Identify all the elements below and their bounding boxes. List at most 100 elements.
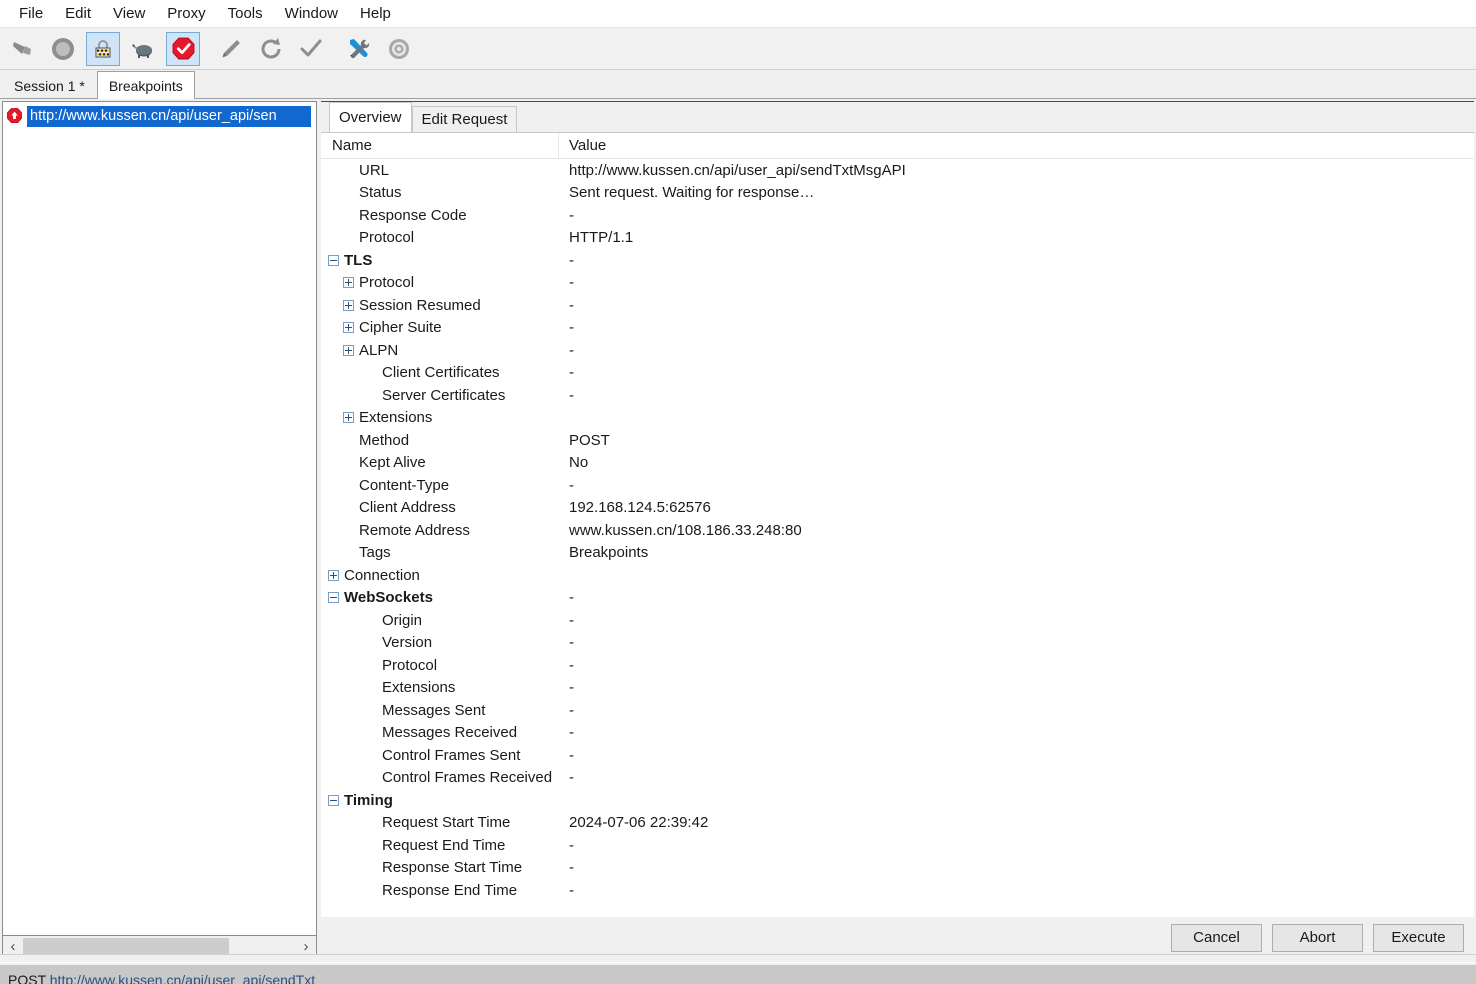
row-name-label: Client Address xyxy=(359,499,456,517)
table-row[interactable]: Extensions xyxy=(321,407,1474,430)
clear-icon[interactable] xyxy=(6,32,40,66)
expand-plus-icon[interactable] xyxy=(343,277,354,289)
table-row[interactable]: WebSockets - xyxy=(321,587,1474,610)
menu-item-tools[interactable]: Tools xyxy=(217,2,274,25)
table-row[interactable]: TLS - xyxy=(321,249,1474,272)
table-row[interactable]: Protocol - xyxy=(321,272,1474,295)
table-row[interactable]: Method POST xyxy=(321,429,1474,452)
list-item[interactable]: http://www.kussen.cn/api/user_api/sen xyxy=(6,105,316,127)
table-row[interactable]: Control Frames Sent - xyxy=(321,744,1474,767)
row-name-cell: Client Address xyxy=(321,497,558,520)
menu-item-view[interactable]: View xyxy=(102,2,156,25)
table-row[interactable]: Remote Address www.kussen.cn/108.186.33.2… xyxy=(321,519,1474,542)
table-row[interactable]: Extensions - xyxy=(321,677,1474,700)
menu-item-file[interactable]: File xyxy=(8,2,54,25)
table-row[interactable]: Request Start Time 2024-07-06 22:39:42 xyxy=(321,812,1474,835)
table-row[interactable]: Cipher Suite - xyxy=(321,317,1474,340)
row-name-cell: Remote Address xyxy=(321,519,558,542)
row-name-cell: Messages Received xyxy=(321,722,558,745)
table-row[interactable]: Status Sent request. Waiting for response… xyxy=(321,182,1474,205)
tab-session-1[interactable]: Session 1 * xyxy=(2,73,97,98)
table-row[interactable]: Version - xyxy=(321,632,1474,655)
menu-item-window[interactable]: Window xyxy=(274,2,349,25)
row-name-label: Request End Time xyxy=(382,836,506,854)
expand-plus-icon[interactable] xyxy=(343,299,354,311)
menu-item-help[interactable]: Help xyxy=(349,2,402,25)
cancel-button[interactable]: Cancel xyxy=(1171,923,1262,952)
row-value-cell xyxy=(558,789,569,812)
row-name-cell: TLS xyxy=(321,249,558,272)
row-name-label: Server Certificates xyxy=(382,386,506,404)
table-row[interactable]: Connection xyxy=(321,564,1474,587)
table-row[interactable]: URL http://www.kussen.cn/api/user_api/sen… xyxy=(321,159,1474,182)
row-value-cell: - xyxy=(569,251,574,269)
row-name-label: WebSockets xyxy=(344,589,433,607)
execute-button[interactable]: Execute xyxy=(1373,923,1464,952)
collapse-minus-icon[interactable] xyxy=(328,254,339,266)
table-row[interactable]: Session Resumed - xyxy=(321,294,1474,317)
ssl-proxying-icon[interactable] xyxy=(86,31,120,66)
compose-pen-icon[interactable] xyxy=(214,32,248,66)
tools-wrench-icon[interactable] xyxy=(342,32,376,66)
table-row[interactable]: Response Code - xyxy=(321,204,1474,227)
throttle-turtle-icon[interactable] xyxy=(126,32,160,66)
tab-edit-request[interactable]: Edit Request xyxy=(411,106,518,132)
table-row[interactable]: Messages Received - xyxy=(321,722,1474,745)
row-name-label: Messages Received xyxy=(382,724,518,742)
validate-check-icon[interactable] xyxy=(294,32,328,66)
collapse-minus-icon[interactable] xyxy=(328,794,339,806)
table-row[interactable]: Protocol - xyxy=(321,654,1474,677)
table-row[interactable]: Control Frames Received - xyxy=(321,767,1474,790)
table-row[interactable]: Client Certificates - xyxy=(321,362,1474,385)
row-name-cell: Response End Time xyxy=(321,879,558,902)
row-name-cell: Connection xyxy=(321,564,558,587)
breakpoints-stop-icon[interactable] xyxy=(166,31,200,66)
table-row[interactable]: Tags Breakpoints xyxy=(321,542,1474,565)
row-name-label: Origin xyxy=(382,611,423,629)
column-header-value[interactable]: Value xyxy=(558,137,606,154)
table-row[interactable]: Origin - xyxy=(321,609,1474,632)
table-row[interactable]: Response End Time - xyxy=(321,879,1474,902)
expand-plus-icon[interactable] xyxy=(343,322,354,334)
record-icon[interactable] xyxy=(46,32,80,66)
table-row[interactable]: Client Address 192.168.124.5:62576 xyxy=(321,497,1474,520)
tab-breakpoints[interactable]: Breakpoints xyxy=(96,71,195,99)
table-row[interactable]: Protocol HTTP/1.1 xyxy=(321,227,1474,250)
repeat-refresh-icon[interactable] xyxy=(254,32,288,66)
abort-button[interactable]: Abort xyxy=(1272,923,1363,952)
expand-plus-icon[interactable] xyxy=(343,344,354,356)
collapse-minus-icon[interactable] xyxy=(328,592,339,604)
table-row[interactable]: Server Certificates - xyxy=(321,384,1474,407)
expand-plus-icon[interactable] xyxy=(328,569,339,581)
scrollbar-thumb[interactable] xyxy=(23,937,229,956)
column-header-name[interactable]: Name xyxy=(321,137,558,154)
row-name-cell: Control Frames Received xyxy=(321,767,558,790)
row-name-cell: Kept Alive xyxy=(321,452,558,475)
table-row[interactable]: Kept Alive No xyxy=(321,452,1474,475)
row-value-cell: Sent request. Waiting for response… xyxy=(569,184,815,202)
table-body: URL http://www.kussen.cn/api/user_api/sen… xyxy=(321,159,1474,902)
status-method: POST xyxy=(8,972,46,984)
menu-item-edit[interactable]: Edit xyxy=(54,2,102,25)
row-value-cell: - xyxy=(569,341,574,359)
settings-gear-icon[interactable] xyxy=(382,32,416,66)
table-row[interactable]: ALPN - xyxy=(321,339,1474,362)
status-bar-top-line xyxy=(0,963,1476,965)
table-row[interactable]: Content-Type - xyxy=(321,474,1474,497)
row-value-cell: http://www.kussen.cn/api/user_api/sendTx… xyxy=(569,161,906,179)
table-row[interactable]: Messages Sent - xyxy=(321,699,1474,722)
column-divider[interactable] xyxy=(558,133,559,159)
table-row[interactable]: Request End Time - xyxy=(321,834,1474,857)
row-value-cell: - xyxy=(569,679,574,697)
expand-plus-icon[interactable] xyxy=(343,412,354,424)
row-value-cell: 192.168.124.5:62576 xyxy=(569,499,711,517)
tab-overview[interactable]: Overview xyxy=(329,102,412,132)
row-value-cell: - xyxy=(569,656,574,674)
row-value-cell: - xyxy=(569,701,574,719)
menu-item-proxy[interactable]: Proxy xyxy=(156,2,216,25)
table-row[interactable]: Timing xyxy=(321,789,1474,812)
row-name-cell: Cipher Suite xyxy=(321,317,558,340)
row-value-cell xyxy=(558,407,569,430)
table-row[interactable]: Response Start Time - xyxy=(321,857,1474,880)
session-tab-bar: Session 1 * Breakpoints xyxy=(0,70,1476,99)
